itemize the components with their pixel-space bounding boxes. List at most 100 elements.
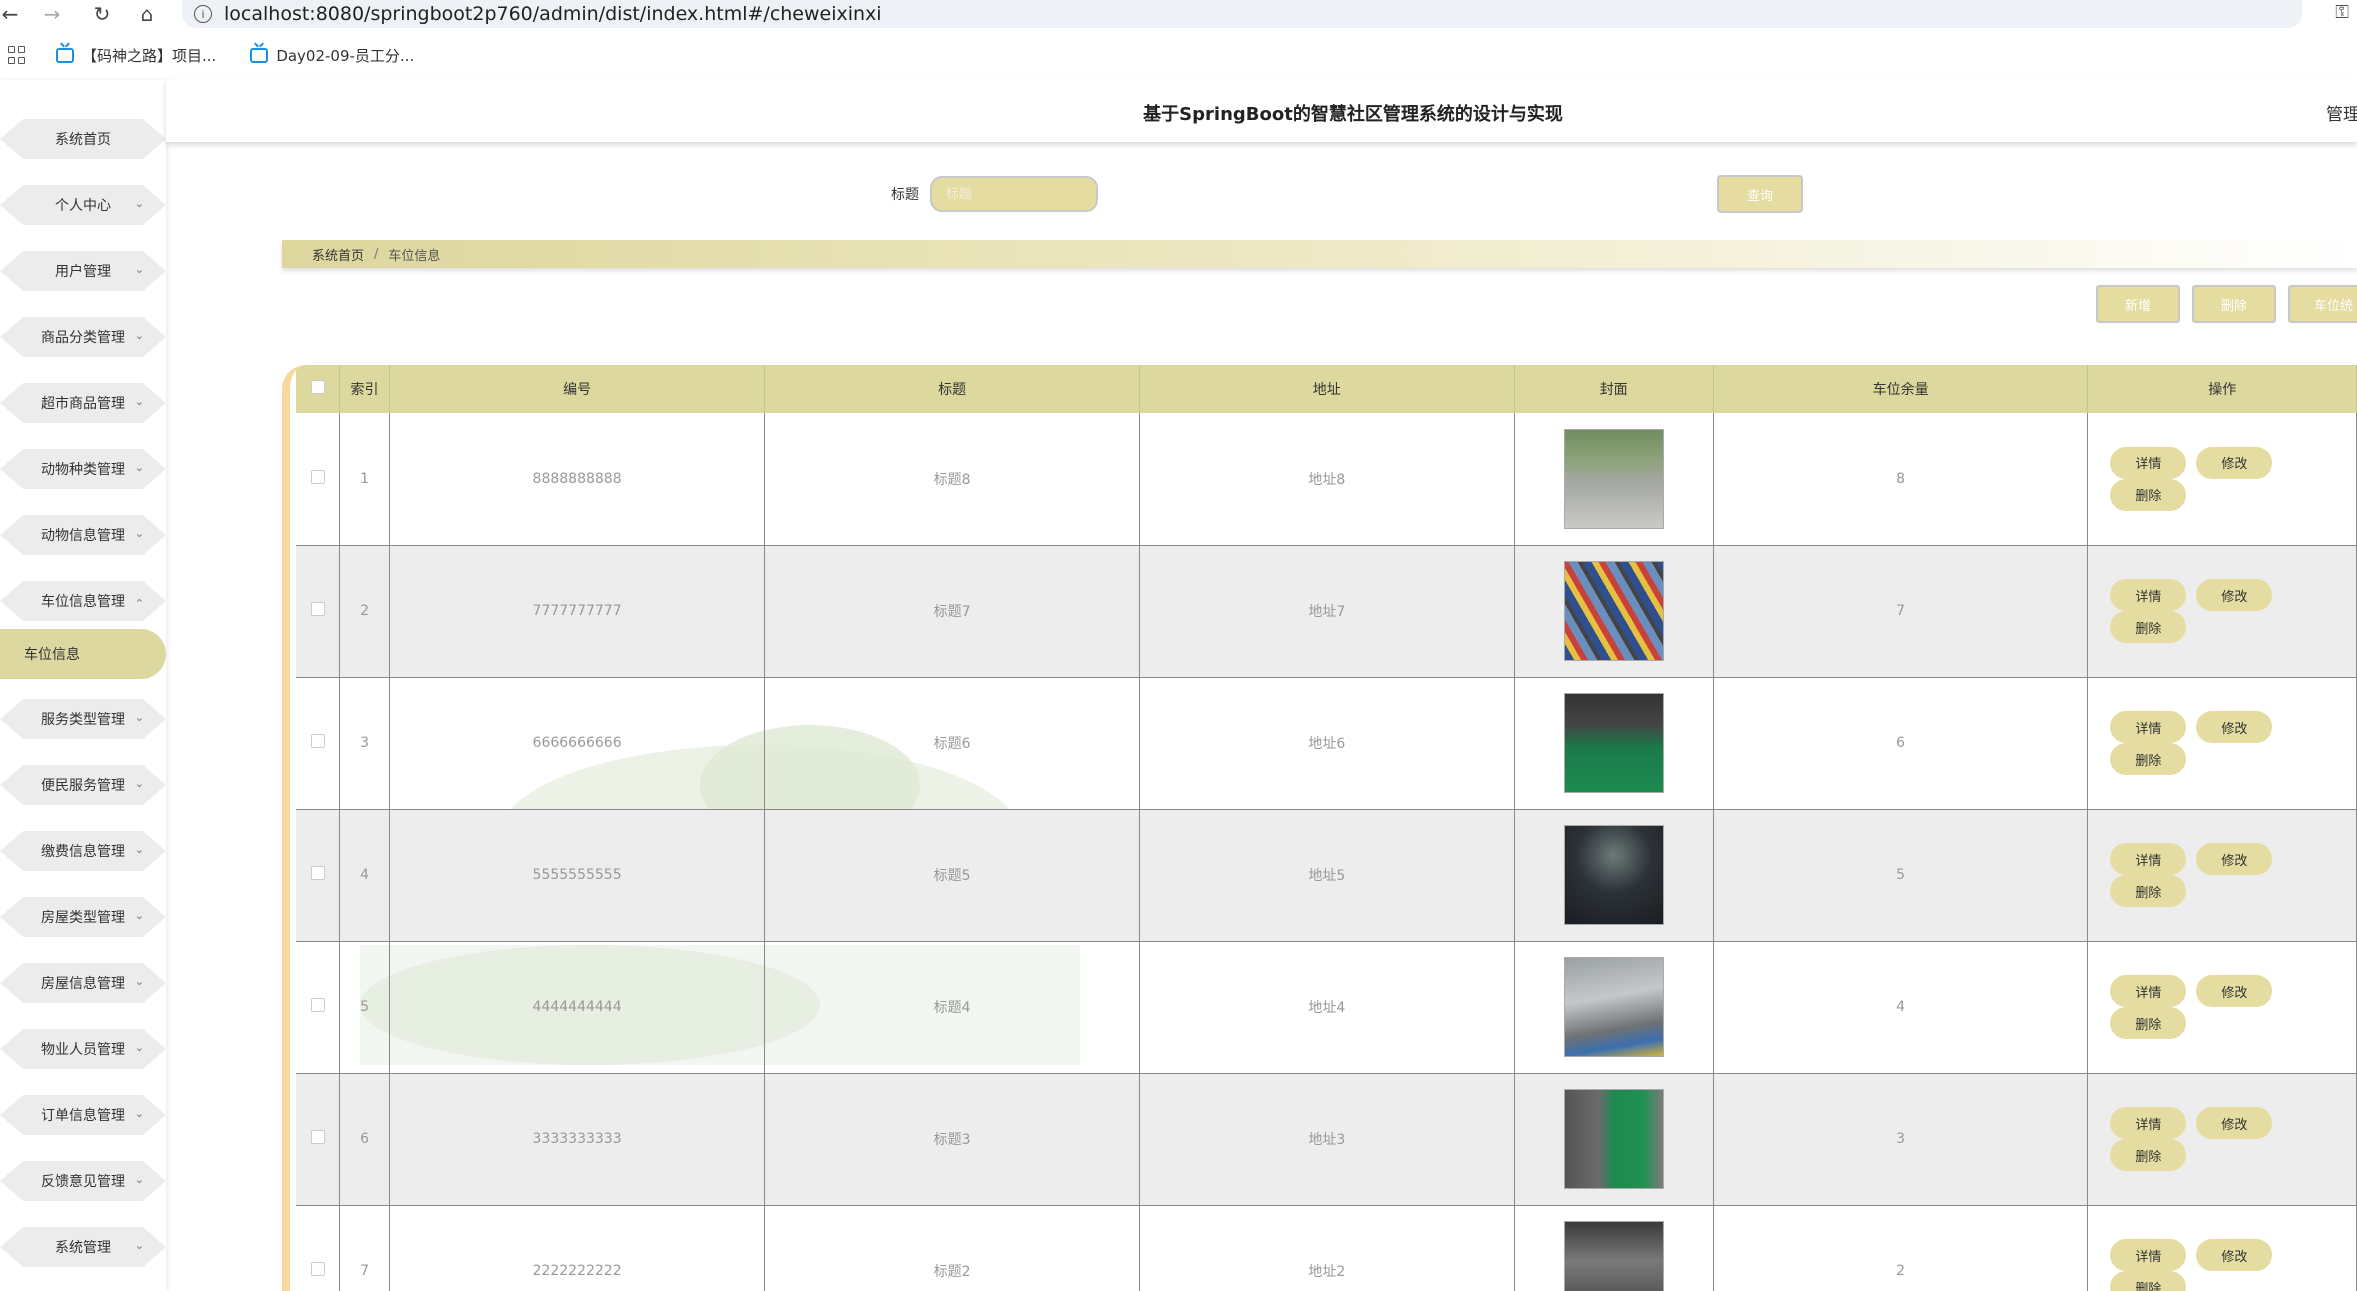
delete-row-button[interactable]: 删除 [2110,478,2187,511]
sidebar-item-animal-species[interactable]: 动物种类管理 ⌄ [0,449,166,489]
edit-button[interactable]: 修改 [2196,579,2273,611]
back-icon[interactable]: ← [0,0,22,28]
sidebar: 系统首页 个人中心 ⌄ 用户管理 ⌄ 商品分类管理 ⌄ 超市商品管理 ⌄ 动物种类管理 ⌄… [0,80,166,1291]
sidebar-item-users[interactable]: 用户管理 ⌄ [0,251,166,291]
detail-button[interactable]: 详情 [2110,711,2187,743]
home-icon[interactable]: ⌂ [135,0,159,28]
sidebar-item-property-staff[interactable]: 物业人员管理 ⌄ [0,1029,166,1069]
sidebar-item-label: 缴费信息管理 [41,844,125,860]
delete-row-button[interactable]: 删除 [2110,1139,2187,1171]
breadcrumb-home[interactable]: 系统首页 [312,245,364,264]
bookmark-item[interactable]: 【码神之路】项目... [56,45,216,66]
edit-button[interactable]: 修改 [2196,1107,2273,1139]
table-row: 7 2222222222 标题2 地址2 2 详情 修改删除 [296,1205,2357,1291]
sidebar-item-system[interactable]: 系统管理 ⌄ [0,1227,166,1267]
sidebar-item-product-category[interactable]: 商品分类管理 ⌄ [0,317,166,357]
sidebar-item-service-type[interactable]: 服务类型管理 ⌄ [0,699,166,739]
edit-button[interactable]: 修改 [2196,975,2273,1007]
cell-title: 标题7 [764,545,1140,678]
detail-button[interactable]: 详情 [2110,843,2187,875]
cover-image[interactable] [1563,561,1664,661]
add-button[interactable]: 新增 [2096,285,2180,323]
row-checkbox[interactable] [310,734,325,748]
cover-image[interactable] [1563,1089,1664,1189]
password-key-icon[interactable]: ⚿ [2335,2,2349,23]
query-button[interactable]: 查询 [1717,175,1803,213]
sidebar-item-house-type[interactable]: 房屋类型管理 ⌄ [0,897,166,937]
cover-image[interactable] [1563,957,1664,1057]
sidebar-item-label: 商品分类管理 [41,330,125,346]
address-bar[interactable]: i localhost:8080/springboot2p760/admin/d… [182,0,2302,28]
sidebar-item-label: 系统首页 [55,132,111,148]
sidebar-item-supermarket[interactable]: 超市商品管理 ⌄ [0,383,166,423]
sidebar-item-profile[interactable]: 个人中心 ⌄ [0,185,166,225]
bilibili-tv-icon [56,47,74,63]
sidebar-subitem-parking-info[interactable]: 车位信息 [0,629,166,679]
cover-image[interactable] [1563,693,1664,793]
select-all-checkbox[interactable] [310,380,325,394]
bookmarks-bar: 【码神之路】项目... Day02-09-员工分... [0,40,2357,70]
search-input[interactable] [930,176,1098,212]
chevron-down-icon: ⌄ [134,329,144,342]
delete-row-button[interactable]: 删除 [2110,1007,2187,1039]
row-checkbox[interactable] [310,469,325,484]
edit-button[interactable]: 修改 [2196,843,2273,875]
delete-row-button[interactable]: 删除 [2110,1271,2187,1291]
cover-image[interactable] [1563,825,1664,925]
sidebar-item-orders[interactable]: 订单信息管理 ⌄ [0,1095,166,1135]
delete-row-button[interactable]: 删除 [2110,743,2187,775]
site-info-icon[interactable]: i [194,5,212,23]
sidebar-subitem-label: 车位信息 [24,647,80,663]
edit-button[interactable]: 修改 [2196,446,2273,479]
sidebar-item-parking[interactable]: 车位信息管理 ⌃ [0,581,166,621]
column-header: 地址 [1139,365,1515,413]
row-checkbox[interactable] [310,1262,325,1276]
row-checkbox[interactable] [310,998,325,1012]
parking-stats-button[interactable]: 车位统 [2288,285,2357,323]
chevron-down-icon: ⌄ [134,843,144,856]
sidebar-item-home[interactable]: 系统首页 [0,119,166,159]
delete-button[interactable]: 删除 [2192,285,2276,323]
detail-button[interactable]: 详情 [2110,446,2187,479]
table-row: 3 6666666666 标题6 地址6 6 详情 修改删除 [296,677,2357,810]
chevron-down-icon: ⌄ [134,1041,144,1054]
table-row: 2 7777777777 标题7 地址7 7 详情 修改删除 [296,545,2357,678]
delete-row-button[interactable]: 删除 [2110,611,2187,643]
detail-button[interactable]: 详情 [2110,579,2187,611]
sidebar-item-animal-info[interactable]: 动物信息管理 ⌄ [0,515,166,555]
delete-row-button[interactable]: 删除 [2110,875,2187,907]
detail-button[interactable]: 详情 [2110,975,2187,1007]
sidebar-item-label: 房屋信息管理 [41,976,125,992]
sidebar-item-payment[interactable]: 缴费信息管理 ⌄ [0,831,166,871]
chevron-up-icon: ⌃ [134,597,144,610]
search-label: 标题 [891,187,919,203]
row-checkbox[interactable] [310,1130,325,1144]
page-title: 基于SpringBoot的智慧社区管理系统的设计与实现 [1143,104,1563,125]
cover-image[interactable] [1563,428,1664,529]
bookmark-item[interactable]: Day02-09-员工分... [250,45,414,66]
sidebar-item-label: 用户管理 [55,264,111,280]
sidebar-item-house-info[interactable]: 房屋信息管理 ⌄ [0,963,166,1003]
forward-icon[interactable]: → [40,0,64,28]
edit-button[interactable]: 修改 [2196,1239,2273,1271]
url-text[interactable]: localhost:8080/springboot2p760/admin/dis… [224,3,882,25]
cell-index: 5 [339,941,390,1074]
detail-button[interactable]: 详情 [2110,1107,2187,1139]
apps-grid-icon[interactable] [8,46,26,64]
sidebar-item-feedback[interactable]: 反馈意见管理 ⌄ [0,1161,166,1201]
detail-button[interactable]: 详情 [2110,1239,2187,1271]
breadcrumb: 系统首页 / 车位信息 [282,240,2357,268]
edit-button[interactable]: 修改 [2196,711,2273,743]
sidebar-item-convenience[interactable]: 便民服务管理 ⌄ [0,765,166,805]
row-checkbox[interactable] [310,602,325,616]
reload-icon[interactable]: ↻ [90,0,114,28]
browser-toolbar: ← → ↻ ⌂ i localhost:8080/springboot2p760… [0,0,2357,28]
cover-image[interactable] [1563,1221,1664,1291]
chevron-down-icon: ⌄ [134,1239,144,1252]
sidebar-item-label: 反馈意见管理 [41,1174,125,1190]
row-checkbox[interactable] [310,866,325,880]
header-user-menu[interactable]: 管理 [2326,100,2357,125]
cell-remaining: 5 [1713,809,2089,942]
select-all-header [296,365,341,413]
chevron-down-icon: ⌄ [134,1173,144,1186]
